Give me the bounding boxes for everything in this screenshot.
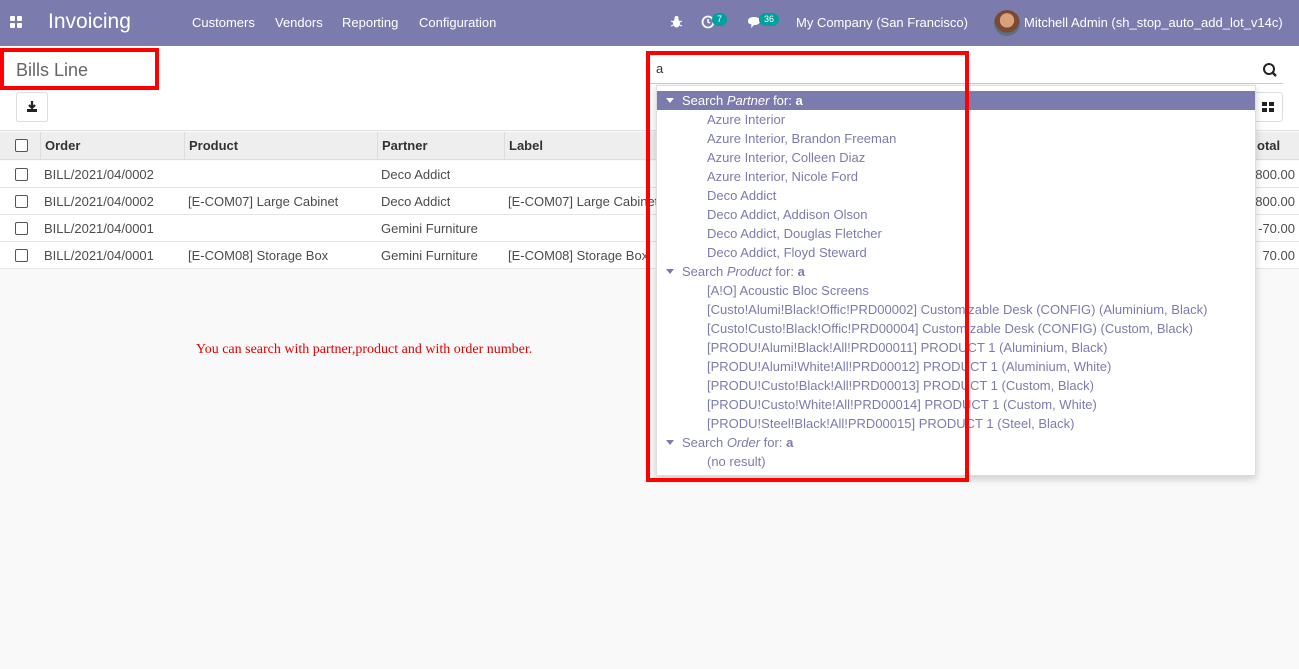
column-label[interactable]: Label xyxy=(504,132,664,160)
cell-partner: Gemini Furniture xyxy=(381,221,478,236)
column-partner[interactable]: Partner xyxy=(377,132,505,160)
menu-configuration[interactable]: Configuration xyxy=(419,15,496,30)
cell-label: [E-COM07] Large Cabinet xyxy=(508,194,658,209)
highlight-box-title xyxy=(0,48,159,90)
search-icon[interactable] xyxy=(1259,60,1281,80)
cell-product: [E-COM08] Storage Box xyxy=(188,248,329,263)
column-order[interactable]: Order xyxy=(40,132,185,160)
menu-vendors[interactable]: Vendors xyxy=(275,15,323,30)
cell-total: 70.00 xyxy=(1262,248,1295,263)
avatar[interactable] xyxy=(994,10,1020,36)
menu-customers[interactable]: Customers xyxy=(192,15,255,30)
cell-label xyxy=(508,215,658,242)
row-checkbox[interactable] xyxy=(15,222,28,235)
cell-order: BILL/2021/04/0002 xyxy=(44,194,154,209)
select-all-checkbox[interactable] xyxy=(15,139,28,152)
user-menu[interactable]: Mitchell Admin (sh_stop_auto_add_lot_v14… xyxy=(1024,15,1283,30)
cell-order: BILL/2021/04/0001 xyxy=(44,248,154,263)
cell-label xyxy=(508,161,658,188)
top-navbar: Invoicing Customers Vendors Reporting Co… xyxy=(0,0,1299,46)
cell-order: BILL/2021/04/0002 xyxy=(44,167,154,182)
activity-badge: 7 xyxy=(712,13,728,26)
cell-partner: Deco Addict xyxy=(381,194,451,209)
cell-label: [E-COM08] Storage Box xyxy=(508,248,649,263)
message-badge: 36 xyxy=(759,13,780,26)
annotation-text: You can search with partner,product and … xyxy=(196,342,533,357)
cell-partner: Gemini Furniture xyxy=(381,248,478,263)
cell-product: [E-COM07] Large Cabinet xyxy=(188,194,339,209)
download-icon xyxy=(27,101,37,112)
kanban-view-button[interactable] xyxy=(1253,92,1283,122)
column-total[interactable]: otal xyxy=(1253,132,1299,160)
row-checkbox[interactable] xyxy=(15,195,28,208)
cell-partner: Deco Addict xyxy=(381,167,451,182)
export-button[interactable] xyxy=(16,92,48,122)
menu-reporting[interactable]: Reporting xyxy=(342,15,398,30)
cell-total: 800.00 xyxy=(1255,194,1295,209)
kanban-view-icon xyxy=(1262,102,1274,112)
row-checkbox[interactable] xyxy=(15,168,28,181)
highlight-box-search xyxy=(646,51,969,482)
company-switcher[interactable]: My Company (San Francisco) xyxy=(796,15,968,30)
row-checkbox[interactable] xyxy=(15,249,28,262)
column-product[interactable]: Product xyxy=(184,132,378,160)
apps-grid-icon[interactable] xyxy=(10,16,22,28)
cell-total: 800.00 xyxy=(1255,167,1295,182)
cell-total: -70.00 xyxy=(1258,221,1295,236)
bug-icon[interactable] xyxy=(670,15,683,29)
cell-order: BILL/2021/04/0001 xyxy=(44,221,154,236)
app-name[interactable]: Invoicing xyxy=(48,10,131,34)
